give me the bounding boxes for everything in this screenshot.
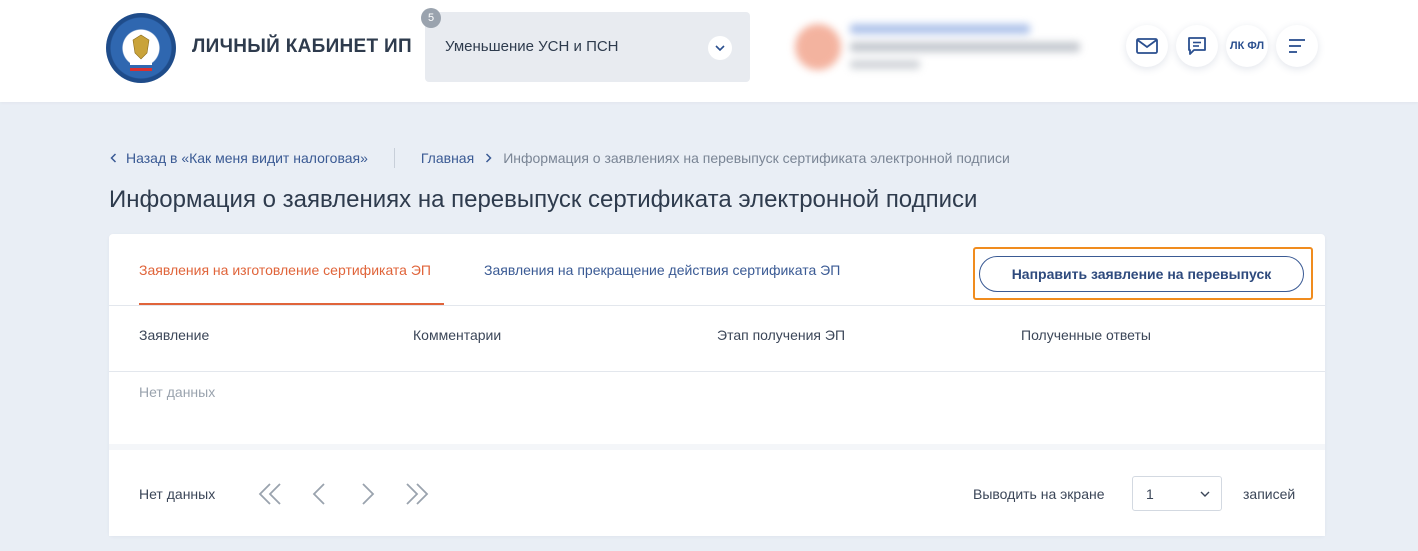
per-page-value: 1 xyxy=(1146,486,1154,502)
service-count-badge: 5 xyxy=(421,8,441,28)
tabs-divider xyxy=(109,305,1325,306)
chevron-right-icon xyxy=(362,483,375,505)
lk-fl-label: ЛК ФЛ xyxy=(1229,40,1265,52)
pagination-status: Нет данных xyxy=(139,486,216,502)
user-profile-blurred[interactable] xyxy=(795,20,1095,75)
column-header-responses: Полученные ответы xyxy=(1021,327,1151,343)
per-page-select[interactable]: 1 xyxy=(1132,476,1222,511)
send-reissue-application-button[interactable]: Направить заявление на перевыпуск xyxy=(979,256,1304,292)
breadcrumb: Назад в «Как меня видит налоговая» Главн… xyxy=(110,148,1010,168)
table-empty-state: Нет данных xyxy=(139,384,216,400)
mail-icon xyxy=(1136,38,1158,54)
last-page-button[interactable] xyxy=(402,479,432,509)
tab-issue-applications[interactable]: Заявления на изготовление сертификата ЭП xyxy=(139,262,431,278)
fns-logo[interactable] xyxy=(106,13,176,83)
first-page-button[interactable] xyxy=(255,479,285,509)
chevron-down-icon xyxy=(1200,491,1210,497)
user-name-blurred xyxy=(850,24,1030,34)
table-header-divider xyxy=(109,371,1325,372)
breadcrumb-divider xyxy=(393,148,395,168)
brand-title: ЛИЧНЫЙ КАБИНЕТ ИП xyxy=(192,36,412,57)
back-link-label: Назад в «Как меня видит налоговая» xyxy=(126,150,368,166)
next-page-button[interactable] xyxy=(353,479,383,509)
column-header-application: Заявление xyxy=(139,327,210,343)
menu-icon xyxy=(1289,39,1305,53)
previous-page-button[interactable] xyxy=(304,479,334,509)
tab-revocation-applications[interactable]: Заявления на прекращение действия сертиф… xyxy=(484,262,840,278)
messages-button[interactable] xyxy=(1176,25,1218,67)
mail-button[interactable] xyxy=(1126,25,1168,67)
chevron-down-icon[interactable] xyxy=(708,36,732,60)
double-chevron-right-icon xyxy=(406,483,429,505)
chevron-right-icon xyxy=(485,153,492,163)
chevron-left-icon xyxy=(312,483,325,505)
service-select-value: Уменьшение УСН и ПСН xyxy=(445,38,619,55)
user-id-blurred xyxy=(850,60,920,69)
chat-icon xyxy=(1188,37,1206,55)
avatar xyxy=(795,24,841,70)
double-chevron-left-icon xyxy=(258,483,281,505)
column-header-comments: Комментарии xyxy=(413,327,502,343)
applications-card: Заявления на изготовление сертификата ЭП… xyxy=(109,234,1325,536)
page-title: Информация о заявлениях на перевыпуск се… xyxy=(109,186,978,213)
column-header-stage: Этап получения ЭП xyxy=(717,327,846,343)
per-page-label: Выводить на экране xyxy=(973,486,1105,502)
records-label: записей xyxy=(1243,486,1296,502)
top-header: ЛИЧНЫЙ КАБИНЕТ ИП 5 Уменьшение УСН и ПСН… xyxy=(0,0,1418,102)
menu-button[interactable] xyxy=(1276,25,1318,67)
service-select[interactable]: 5 Уменьшение УСН и ПСН xyxy=(421,8,750,82)
chevron-left-icon xyxy=(110,153,117,163)
lk-fl-button[interactable]: ЛК ФЛ xyxy=(1226,25,1268,67)
back-link[interactable]: Назад в «Как меня видит налоговая» xyxy=(110,150,368,166)
user-info-blurred xyxy=(850,42,1080,52)
breadcrumb-current: Информация о заявлениях на перевыпуск се… xyxy=(503,150,1010,166)
breadcrumb-home[interactable]: Главная xyxy=(421,150,474,166)
